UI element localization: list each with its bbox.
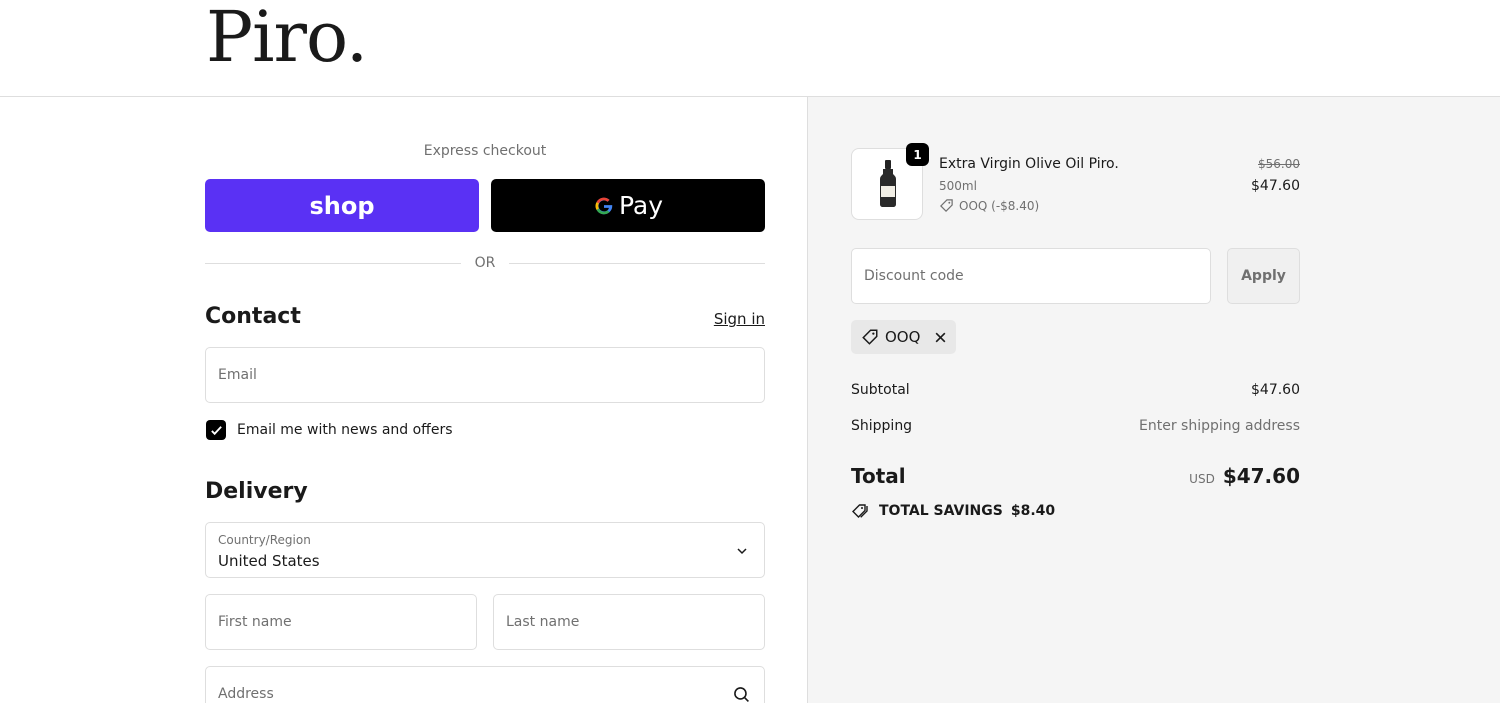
final-price: $47.60 (1251, 178, 1300, 194)
email-field[interactable]: Email (205, 347, 765, 403)
divider-line (205, 262, 461, 264)
tag-icon (940, 199, 953, 212)
tag-icon (862, 329, 878, 345)
quantity-badge: 1 (906, 143, 929, 166)
delivery-heading: Delivery (205, 479, 308, 504)
or-label: OR (474, 255, 496, 271)
checkmark-icon (210, 425, 222, 435)
applied-discount-chip: OOQ (851, 320, 956, 354)
subtotal-value: $47.60 (1251, 382, 1300, 398)
total-savings: TOTAL SAVINGS $8.40 (851, 502, 1055, 520)
sign-in-link[interactable]: Sign in (705, 310, 765, 328)
shipping-value: Enter shipping address (1139, 418, 1300, 434)
country-value: United States (218, 552, 320, 570)
savings-label: TOTAL SAVINGS (879, 503, 1003, 519)
google-g-icon (595, 197, 613, 214)
google-pay-label: Pay (618, 191, 664, 220)
product-discount: OOQ (-$8.40) (939, 198, 1039, 213)
total-price: USD $47.60 (1100, 464, 1300, 488)
subtotal-label: Subtotal (851, 382, 910, 398)
address-field[interactable]: Address (205, 666, 765, 703)
first-name-placeholder: First name (218, 614, 292, 630)
contact-heading: Contact (205, 304, 301, 329)
header: Piro. (0, 0, 1500, 97)
discount-code-input[interactable]: Discount code (851, 248, 1211, 304)
tags-icon (852, 504, 868, 518)
close-icon (936, 332, 946, 342)
total-currency: USD (1189, 472, 1215, 486)
shipping-label: Shipping (851, 418, 913, 434)
discount-code-placeholder: Discount code (864, 268, 964, 284)
email-placeholder: Email (218, 367, 257, 383)
address-placeholder: Address (218, 686, 274, 702)
newsletter-label: Email me with news and offers (237, 422, 453, 438)
product-variant: 500ml (939, 179, 977, 193)
applied-code-label: OOQ (885, 328, 921, 346)
last-name-field[interactable]: Last name (493, 594, 765, 650)
country-select[interactable]: Country/Region United States (205, 522, 765, 578)
or-divider: OR (205, 254, 765, 272)
google-pay-button[interactable]: Pay (491, 179, 765, 232)
shop-pay-label: shop (309, 191, 375, 220)
product-name: Extra Virgin Olive Oil Piro. (939, 156, 1119, 172)
newsletter-checkbox[interactable] (206, 420, 226, 440)
express-checkout-label: Express checkout (423, 143, 547, 159)
product-discount-label: OOQ (-$8.40) (959, 198, 1040, 213)
savings-value: $8.40 (1010, 503, 1056, 519)
first-name-field[interactable]: First name (205, 594, 477, 650)
remove-discount-button[interactable] (934, 331, 947, 344)
apply-button[interactable]: Apply (1227, 248, 1300, 304)
original-price: $56.00 (1258, 157, 1300, 171)
total-amount: $47.60 (1222, 464, 1300, 488)
last-name-placeholder: Last name (506, 614, 580, 630)
divider-line (509, 262, 765, 264)
country-label: Country/Region (218, 533, 311, 547)
shop-pay-button[interactable]: shop (205, 179, 479, 232)
chevron-down-icon (737, 548, 747, 555)
search-icon (734, 687, 749, 702)
total-label: Total (851, 464, 906, 488)
logo[interactable]: Piro. (206, 2, 368, 72)
